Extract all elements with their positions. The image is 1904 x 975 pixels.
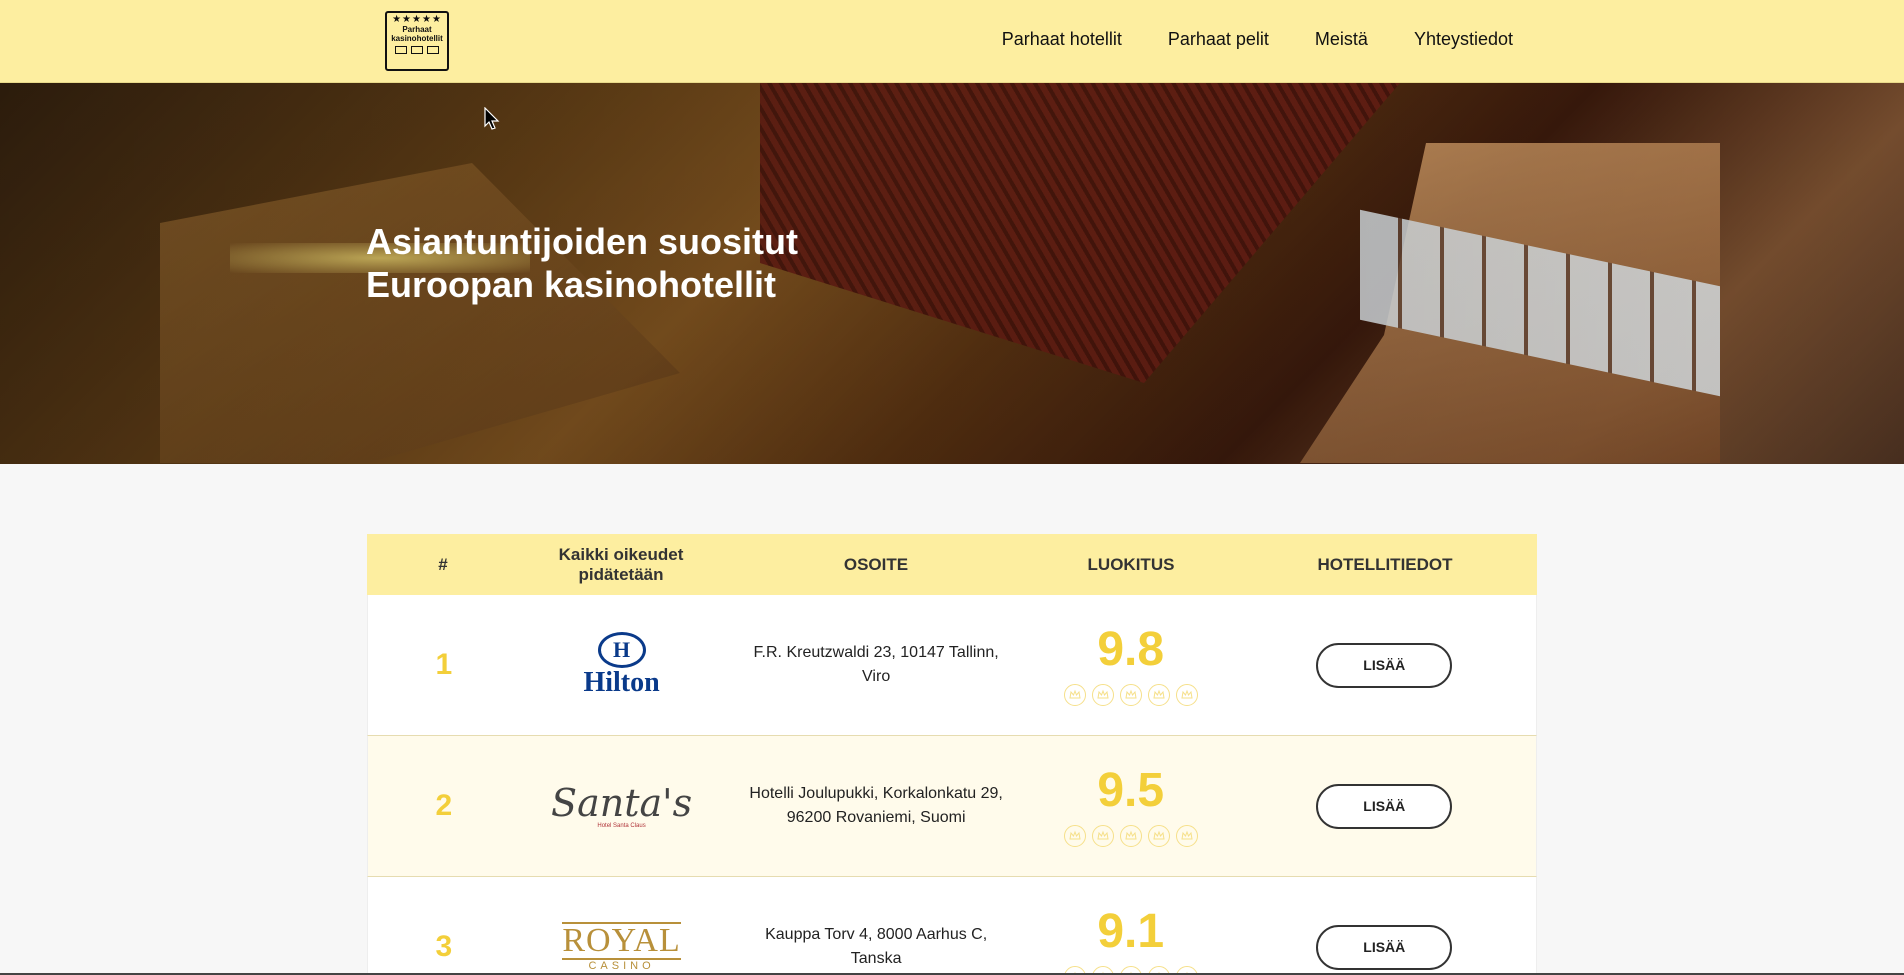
mouse-cursor-icon bbox=[484, 106, 500, 136]
hero-title-line1: Asiantuntijoiden suositut bbox=[366, 221, 798, 262]
hotel-address: Kauppa Torv 4, 8000 Aarhus C, Tanska bbox=[765, 926, 988, 967]
hero-banner: Asiantuntijoiden suositut Euroopan kasin… bbox=[0, 83, 1904, 464]
hotel-logo-text: Hilton bbox=[583, 667, 660, 698]
more-button[interactable]: LISÄÄ bbox=[1316, 924, 1453, 970]
nav-link-best-hotels[interactable]: Parhaat hotellit bbox=[1002, 29, 1122, 50]
site-logo[interactable]: ★★★★★ Parhaat kasinohotellit bbox=[385, 11, 449, 71]
more-button[interactable]: LISÄÄ bbox=[1316, 783, 1453, 829]
hotel-logo-santas[interactable]: Santa's Hotel Santa Claus bbox=[520, 783, 724, 829]
main-nav: Parhaat hotellit Parhaat pelit Meistä Yh… bbox=[1002, 29, 1513, 50]
hotel-address: Hotelli Joulupukki, Korkalonkatu 29, 962… bbox=[749, 785, 1003, 826]
rating-crowns bbox=[1029, 825, 1233, 847]
hotel-rating: 9.8 bbox=[1029, 624, 1233, 706]
hotel-details-cell: LISÄÄ bbox=[1233, 924, 1536, 970]
logo-stars: ★★★★★ bbox=[392, 14, 442, 25]
hotel-rating: 9.5 bbox=[1029, 765, 1233, 847]
rating-crowns bbox=[1029, 684, 1233, 706]
hotel-logo-subtext: CASINO bbox=[588, 960, 655, 972]
crown-icon bbox=[1119, 825, 1142, 847]
column-header-details: HOTELLITIEDOT bbox=[1317, 554, 1453, 574]
top-navbar: ★★★★★ Parhaat kasinohotellit Parhaat hot… bbox=[0, 0, 1904, 83]
hotel-logo-text: Santa's bbox=[551, 781, 693, 825]
hotel-details-cell: LISÄÄ bbox=[1233, 642, 1536, 688]
logo-building-icon bbox=[387, 46, 447, 54]
logo-text: Parhaat kasinohotellit bbox=[391, 25, 443, 43]
hero-overlay bbox=[0, 83, 1904, 464]
column-header-address: OSOITE bbox=[843, 554, 909, 574]
more-button[interactable]: LISÄÄ bbox=[1316, 642, 1453, 688]
hotel-rating: 9.1 bbox=[1029, 906, 1233, 975]
rank-number: 3 bbox=[435, 930, 453, 963]
hotel-logo-text: ROYAL bbox=[562, 922, 681, 960]
hotel-ranking-table: # Kaikki oikeudet pidätetään OSOITE LUOK… bbox=[367, 534, 1537, 975]
table-header: # Kaikki oikeudet pidätetään OSOITE LUOK… bbox=[367, 534, 1537, 595]
crown-icon bbox=[1175, 825, 1198, 847]
column-header-hotel: Kaikki oikeudet pidätetään bbox=[558, 544, 684, 584]
hotel-address: F.R. Kreutzwaldi 23, 10147 Tallinn, Viro bbox=[753, 644, 999, 685]
crown-icon bbox=[1091, 684, 1114, 706]
hotel-logo-royal-casino[interactable]: ROYAL CASINO bbox=[520, 922, 724, 972]
rank-number: 2 bbox=[435, 789, 453, 822]
crown-icon bbox=[1091, 825, 1114, 847]
crown-icon bbox=[1147, 684, 1170, 706]
rating-score: 9.8 bbox=[1097, 623, 1165, 676]
hotel-details-cell: LISÄÄ bbox=[1233, 783, 1536, 829]
nav-link-contact[interactable]: Yhteystiedot bbox=[1414, 29, 1513, 50]
table-row: 2 Santa's Hotel Santa Claus Hotelli Joul… bbox=[367, 736, 1537, 877]
crown-icon bbox=[1147, 825, 1170, 847]
crown-icon bbox=[1063, 684, 1086, 706]
nav-link-about[interactable]: Meistä bbox=[1315, 29, 1368, 50]
crown-icon bbox=[1119, 684, 1142, 706]
table-row: 3 ROYAL CASINO Kauppa Torv 4, 8000 Aarhu… bbox=[367, 877, 1537, 975]
table-row: 1 H Hilton F.R. Kreutzwaldi 23, 10147 Ta… bbox=[367, 595, 1537, 736]
rating-score: 9.1 bbox=[1097, 905, 1165, 958]
rank-number: 1 bbox=[435, 648, 453, 681]
crown-icon bbox=[1063, 825, 1086, 847]
column-header-rank: # bbox=[438, 554, 448, 574]
hero-title-line2: Euroopan kasinohotellit bbox=[366, 264, 777, 305]
hero-title: Asiantuntijoiden suositut Euroopan kasin… bbox=[366, 220, 798, 306]
column-header-rating: LUOKITUS bbox=[1087, 554, 1175, 574]
hotel-logo-hilton[interactable]: H Hilton bbox=[520, 632, 724, 698]
hilton-logo-icon: H bbox=[597, 632, 646, 668]
nav-link-best-games[interactable]: Parhaat pelit bbox=[1168, 29, 1269, 50]
rating-score: 9.5 bbox=[1097, 764, 1165, 817]
crown-icon bbox=[1175, 684, 1198, 706]
